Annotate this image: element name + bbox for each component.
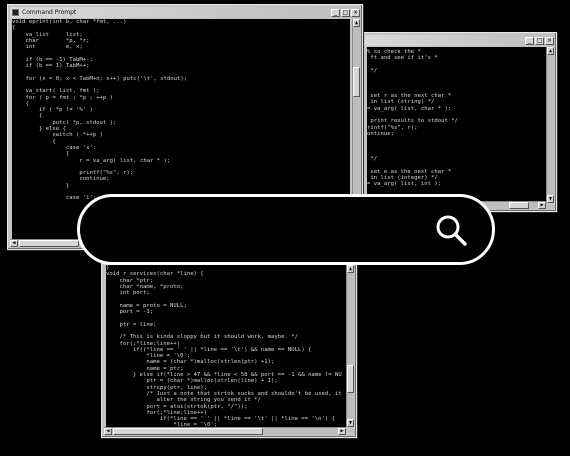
scroll-up-arrow-icon[interactable]: ▲ bbox=[347, 265, 354, 273]
scroll-up-arrow-icon[interactable]: ▲ bbox=[547, 47, 554, 55]
scroll-thumb[interactable] bbox=[509, 202, 529, 209]
console-window-right: _ □ × % so check the * ft and see if it'… bbox=[362, 32, 557, 212]
search-input[interactable] bbox=[108, 211, 432, 249]
scroll-thumb[interactable] bbox=[347, 365, 354, 393]
maximize-button[interactable]: □ bbox=[341, 8, 350, 17]
horizontal-scrollbar[interactable]: ◀ ▶ bbox=[104, 427, 346, 435]
magnifier-icon[interactable] bbox=[434, 213, 468, 247]
scroll-up-arrow-icon[interactable]: ▲ bbox=[353, 19, 360, 27]
scroll-thumb[interactable] bbox=[19, 240, 79, 247]
scroll-down-arrow-icon[interactable]: ▼ bbox=[547, 195, 554, 203]
title-bar[interactable]: _ □ × bbox=[365, 35, 554, 46]
scroll-right-arrow-icon[interactable]: ▶ bbox=[538, 202, 546, 209]
console-app-icon bbox=[12, 9, 19, 16]
minimize-button[interactable]: _ bbox=[331, 8, 340, 17]
title-bar[interactable]: Command Prompt _ □ × bbox=[10, 7, 360, 18]
maximize-button[interactable]: □ bbox=[535, 36, 544, 45]
scroll-down-arrow-icon[interactable]: ▼ bbox=[347, 419, 354, 427]
console-output: % so check the * ft and see if it's * */… bbox=[367, 47, 546, 204]
vertical-scrollbar[interactable]: ▲ ▼ bbox=[546, 47, 554, 203]
minimize-button[interactable]: _ bbox=[525, 36, 534, 45]
scroll-right-arrow-icon[interactable]: ▶ bbox=[338, 428, 346, 435]
vertical-scrollbar[interactable]: ▲ ▼ bbox=[346, 265, 354, 427]
window-title: Command Prompt bbox=[22, 9, 77, 16]
close-button[interactable]: × bbox=[351, 8, 360, 17]
scroll-left-arrow-icon[interactable]: ◀ bbox=[104, 428, 112, 435]
scroll-left-arrow-icon[interactable]: ◀ bbox=[10, 240, 18, 247]
search-bar[interactable] bbox=[77, 194, 495, 265]
scroll-thumb[interactable] bbox=[353, 67, 360, 97]
close-button[interactable]: × bbox=[545, 36, 554, 45]
scroll-thumb[interactable] bbox=[113, 428, 263, 435]
console-output: } void r_services(char *line) { char *pt… bbox=[106, 265, 346, 427]
console-window-bottom: } void r_services(char *line) { char *pt… bbox=[101, 262, 357, 438]
